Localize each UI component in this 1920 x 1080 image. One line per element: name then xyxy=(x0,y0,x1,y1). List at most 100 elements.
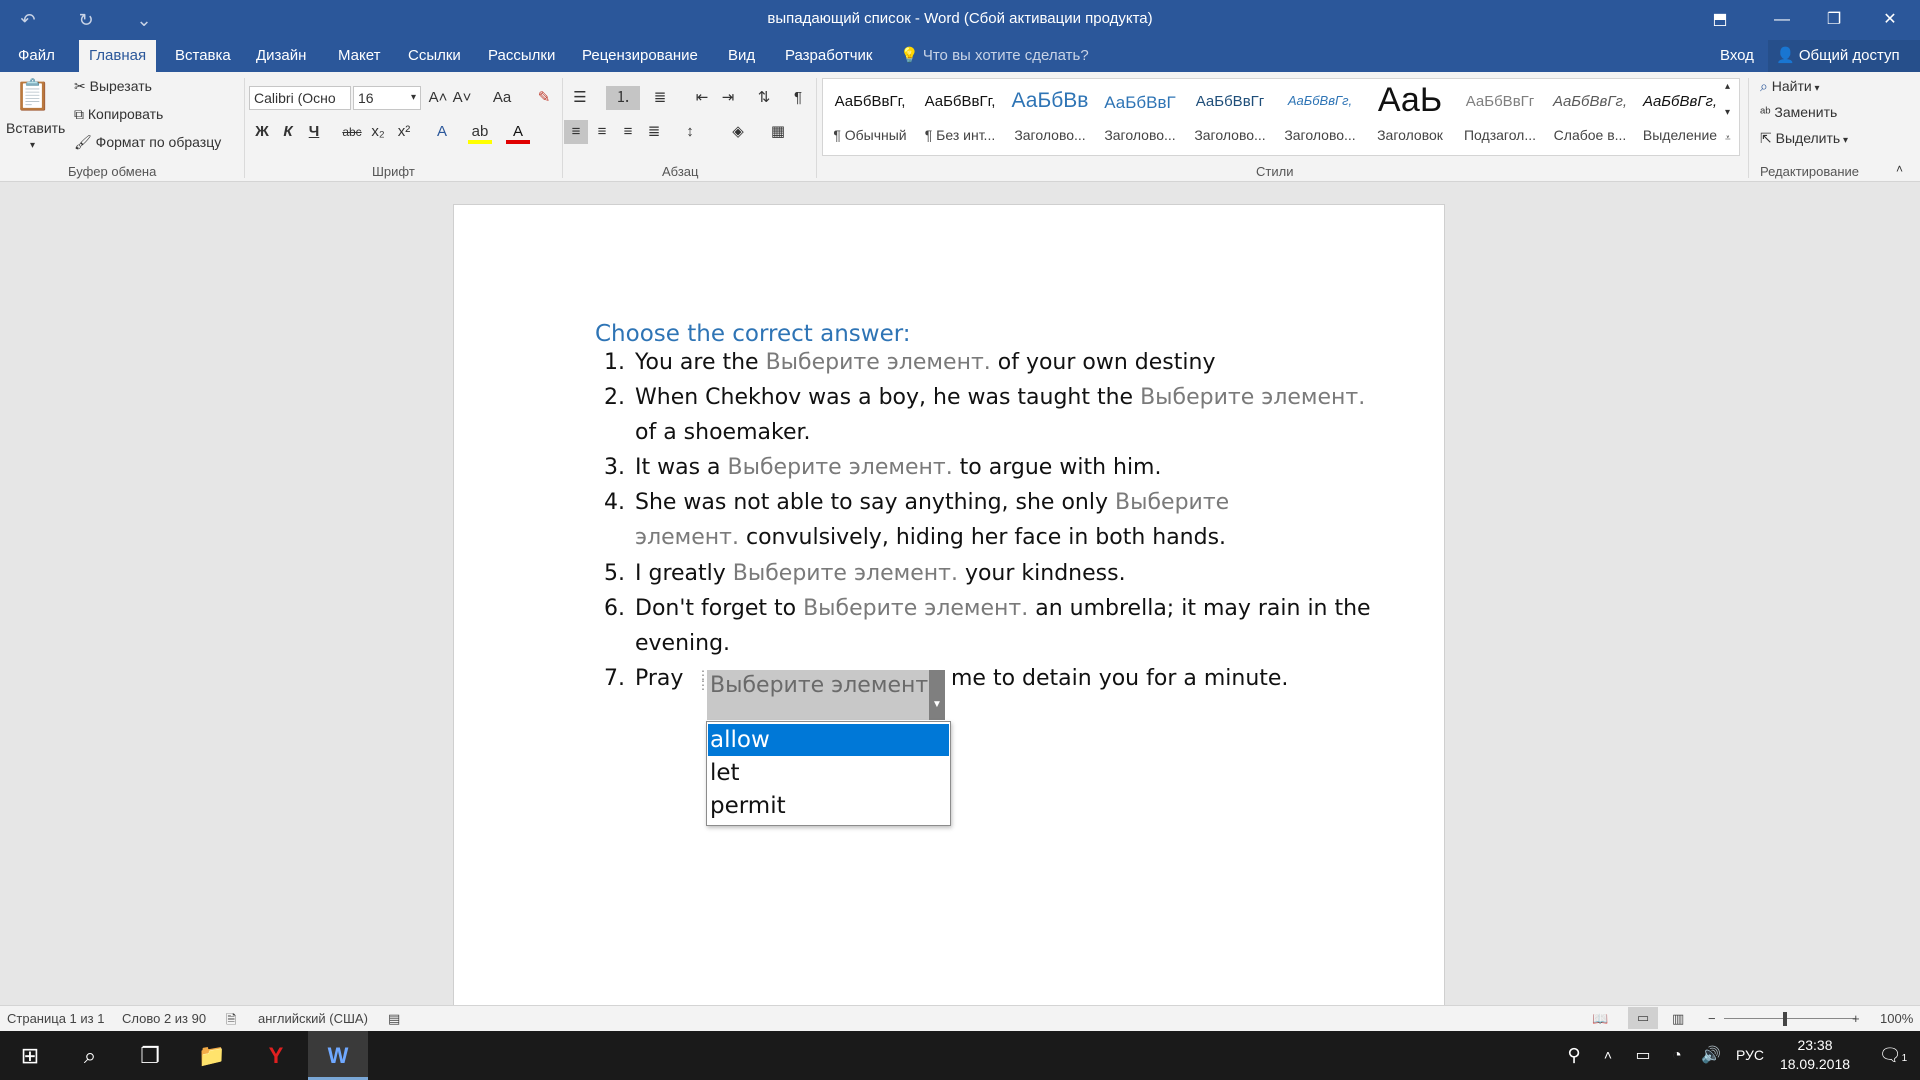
gallery-scroll-down-icon[interactable]: ▾ xyxy=(1725,107,1730,118)
dropdown-option-permit[interactable]: permit xyxy=(708,790,949,822)
dropdown-option-let[interactable]: let xyxy=(708,757,949,789)
read-mode-icon[interactable]: 📖 xyxy=(1592,1011,1608,1027)
pilcrow-icon[interactable]: ¶ xyxy=(786,86,810,110)
multilevel-list-icon[interactable]: ≣ xyxy=(648,86,672,110)
style-heading-3[interactable]: АаБбВвГг Заголово... xyxy=(1185,79,1275,155)
dropdown-placeholder[interactable]: Выберите элемент. xyxy=(766,350,991,375)
share-button[interactable]: 👤 Общий доступ xyxy=(1768,40,1920,72)
drag-handle-icon[interactable]: ⋮ ⋮ xyxy=(697,669,709,691)
tab-review[interactable]: Рецензирование xyxy=(572,40,708,72)
increase-indent-icon[interactable]: ⇥ xyxy=(716,86,740,110)
sort-icon[interactable]: ⇅ xyxy=(752,86,776,110)
tab-home[interactable]: Главная xyxy=(79,40,157,72)
zoom-level[interactable]: 100% xyxy=(1880,1011,1913,1026)
task-view-icon[interactable]: ❐ xyxy=(120,1031,180,1080)
print-layout-icon[interactable]: ▭ xyxy=(1628,1007,1658,1029)
ribbon-display-options-icon[interactable]: ⬒ xyxy=(1696,0,1744,40)
numbering-icon[interactable]: ⒈ xyxy=(606,86,640,110)
sign-in-link[interactable]: Вход xyxy=(1720,40,1754,72)
tab-references[interactable]: Ссылки xyxy=(398,40,471,72)
style-heading-1[interactable]: АаБбВв Заголово... xyxy=(1005,79,1095,155)
style-heading-2[interactable]: АаБбВвГ Заголово... xyxy=(1095,79,1185,155)
paste-dropdown-icon[interactable]: ▾ xyxy=(30,140,35,151)
word-app-icon[interactable]: W xyxy=(308,1031,368,1080)
style-emphasis[interactable]: АаБбВвГг, Выделение xyxy=(1635,79,1725,155)
align-right-icon[interactable]: ≡ xyxy=(616,120,640,144)
dropdown-placeholder[interactable]: Выберите элемент. xyxy=(728,455,953,480)
zoom-out-icon[interactable]: − xyxy=(1708,1011,1716,1026)
notifications-icon[interactable]: 🗨1 xyxy=(1866,1031,1920,1080)
tab-view[interactable]: Вид xyxy=(718,40,765,72)
document-page[interactable]: Choose the correct answer: 1. You are the… xyxy=(453,204,1445,1005)
paste-icon[interactable]: 📋 xyxy=(14,78,60,118)
dropdown-placeholder[interactable]: Выберите xyxy=(1115,490,1229,515)
macro-record-icon[interactable]: ▤ xyxy=(388,1011,400,1027)
shading-icon[interactable]: ◈ xyxy=(726,120,750,144)
dropdown-placeholder[interactable]: элемент. xyxy=(635,525,739,550)
input-language[interactable]: РУС xyxy=(1730,1031,1770,1080)
font-size-combo[interactable]: 16 ▾ xyxy=(353,86,421,110)
underline-button[interactable]: Ч xyxy=(302,120,326,144)
minimize-button[interactable]: — xyxy=(1758,0,1806,40)
font-family-combo[interactable]: Calibri (Осно xyxy=(249,86,351,110)
bullets-icon[interactable]: ☰ xyxy=(568,86,592,110)
subscript-button[interactable]: x₂ xyxy=(366,120,390,144)
page-count[interactable]: Страница 1 из 1 xyxy=(7,1011,104,1026)
word-count[interactable]: Слово 2 из 90 xyxy=(122,1011,206,1026)
yandex-browser-icon[interactable]: Y xyxy=(246,1031,306,1080)
style-subtle-emphasis[interactable]: АаБбВвГг, Слабое в... xyxy=(1545,79,1635,155)
style-subtitle[interactable]: АаБбВвГг Подзагол... xyxy=(1455,79,1545,155)
dropdown-placeholder[interactable]: Выберите элемент. xyxy=(803,596,1028,621)
file-explorer-icon[interactable]: 📁 xyxy=(182,1031,242,1080)
dropdown-placeholder[interactable]: Выберите элемент. xyxy=(733,561,958,586)
decrease-indent-icon[interactable]: ⇤ xyxy=(690,86,714,110)
superscript-button[interactable]: x² xyxy=(392,120,416,144)
zoom-in-icon[interactable]: + xyxy=(1852,1011,1860,1026)
paste-button[interactable]: Вставить xyxy=(6,120,65,136)
style-title[interactable]: АаЬ Заголовок xyxy=(1365,79,1455,155)
language-indicator[interactable]: английский (США) xyxy=(258,1011,368,1026)
clear-formatting-icon[interactable]: ✎ xyxy=(532,86,556,110)
zoom-slider-thumb[interactable] xyxy=(1783,1012,1787,1026)
zoom-slider-track[interactable] xyxy=(1724,1018,1856,1019)
wifi-icon[interactable]: ◔ xyxy=(1660,1031,1694,1080)
style-normal[interactable]: АаБбВвГг, ¶ Обычный xyxy=(825,79,915,155)
tab-developer[interactable]: Разработчик xyxy=(775,40,882,72)
tab-layout[interactable]: Макет xyxy=(328,40,390,72)
find-button[interactable]: ⌕ Найти ▾ xyxy=(1760,78,1820,95)
cut-button[interactable]: ✂ Вырезать xyxy=(74,78,152,95)
line-spacing-icon[interactable]: ↕ xyxy=(678,120,702,144)
text-effects-icon[interactable]: A xyxy=(430,120,454,144)
proofing-icon[interactable]: 🗎 xyxy=(226,1011,236,1033)
collapse-ribbon-icon[interactable]: ˄ xyxy=(1896,162,1903,176)
dropdown-arrow-icon[interactable]: ▼ xyxy=(929,670,945,720)
font-color-icon[interactable]: A xyxy=(506,120,530,144)
highlight-icon[interactable]: ab xyxy=(468,120,492,144)
gallery-more-icon[interactable]: ⩡ xyxy=(1725,133,1731,144)
dropdown-placeholder-active[interactable]: Выберите элемент. xyxy=(710,673,935,698)
change-case-button[interactable]: Aa xyxy=(486,86,518,110)
borders-icon[interactable]: ▦ xyxy=(766,120,790,144)
grow-font-icon[interactable]: A˄ xyxy=(426,86,450,110)
tell-me-box[interactable]: 💡 Что вы хотите сделать? xyxy=(900,40,1089,72)
copy-button[interactable]: ⧉ Копировать xyxy=(74,106,163,123)
shrink-font-icon[interactable]: A˅ xyxy=(450,86,474,110)
bold-button[interactable]: Ж xyxy=(250,120,274,144)
start-windows-icon[interactable]: ⊞ xyxy=(0,1031,60,1080)
align-left-icon[interactable]: ≡ xyxy=(564,120,588,144)
tray-chevron-up-icon[interactable]: ˄ xyxy=(1590,1031,1626,1080)
justify-icon[interactable]: ≣ xyxy=(642,120,666,144)
tab-design[interactable]: Дизайн xyxy=(246,40,316,72)
strikethrough-button[interactable]: abc xyxy=(340,120,364,144)
web-layout-icon[interactable]: ▥ xyxy=(1672,1011,1684,1027)
replace-button[interactable]: ᵃᵇ Заменить xyxy=(1760,104,1837,120)
style-heading-4[interactable]: АаБбВвГг, Заголово... xyxy=(1275,79,1365,155)
maximize-button[interactable]: ❐ xyxy=(1810,0,1858,40)
gallery-scroll-up-icon[interactable]: ▴ xyxy=(1725,81,1730,92)
clock[interactable]: 23:38 18.09.2018 xyxy=(1770,1036,1860,1074)
dropdown-option-allow[interactable]: allow xyxy=(708,724,949,756)
search-icon[interactable]: ⌕ xyxy=(60,1031,120,1080)
tab-insert[interactable]: Вставка xyxy=(165,40,241,72)
align-center-icon[interactable]: ≡ xyxy=(590,120,614,144)
italic-button[interactable]: К xyxy=(276,120,300,144)
